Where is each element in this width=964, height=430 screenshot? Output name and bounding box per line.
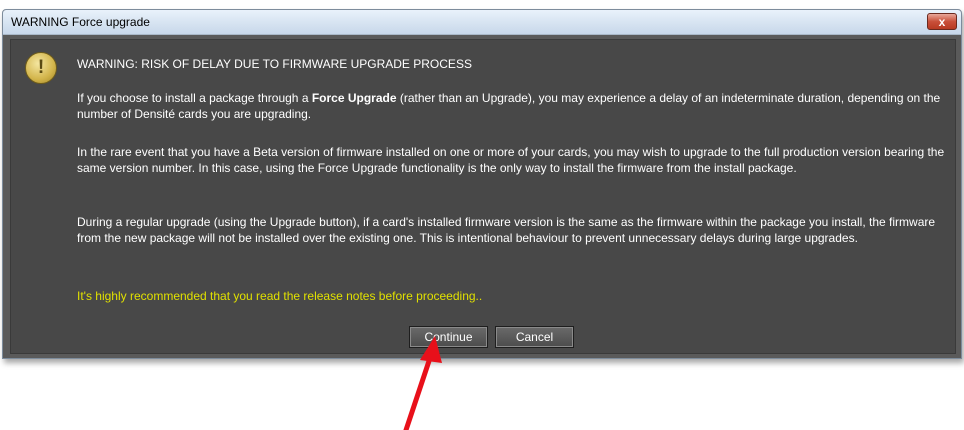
- close-icon: x: [938, 14, 946, 29]
- force-upgrade-dialog: WARNING Force upgrade x ! WARNING: RISK …: [2, 9, 962, 359]
- paragraph-force-upgrade: If you choose to install a package throu…: [77, 91, 941, 121]
- warning-heading: WARNING: RISK OF DELAY DUE TO FIRMWARE U…: [77, 57, 472, 71]
- dialog-title: WARNING Force upgrade: [11, 15, 150, 29]
- title-bar[interactable]: WARNING Force upgrade x: [3, 10, 961, 35]
- paragraph-regular-upgrade: During a regular upgrade (using the Upgr…: [77, 215, 936, 245]
- cancel-button[interactable]: Cancel: [495, 326, 574, 348]
- dialog-content: ! WARNING: RISK OF DELAY DUE TO FIRMWARE…: [10, 39, 956, 354]
- annotation-arrow: [403, 336, 442, 430]
- warning-icon: !: [25, 52, 57, 84]
- paragraph-beta-firmware: In the rare event that you have a Beta v…: [77, 145, 945, 175]
- release-notes-recommendation: It's highly recommended that you read th…: [77, 289, 483, 303]
- close-button[interactable]: x: [927, 13, 957, 30]
